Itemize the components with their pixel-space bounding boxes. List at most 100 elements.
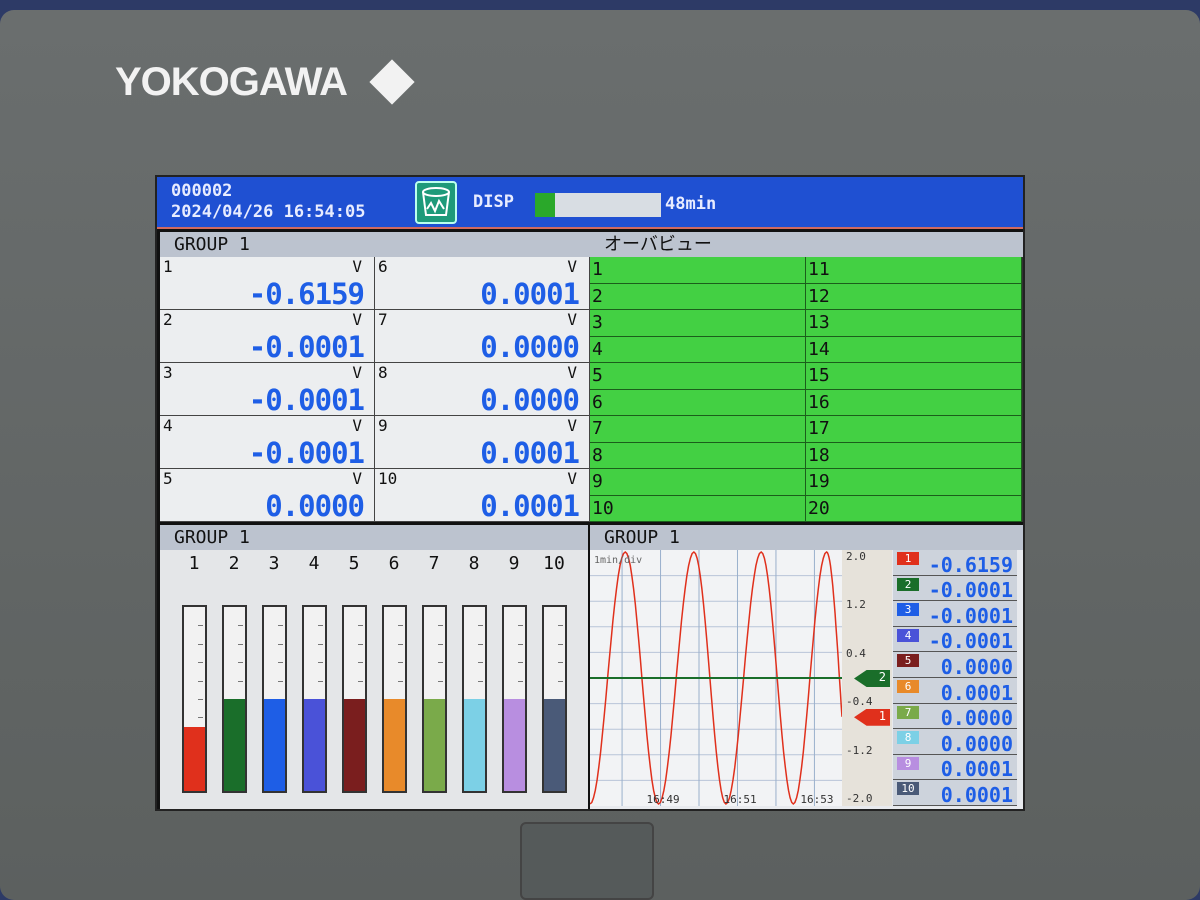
overview-panel: オーバビュー 1 2 3 4 5 6 7 8 9 10 11 12 13 14 15 16 17 18 19 20 <box>590 232 1023 522</box>
overview-item[interactable]: 2 <box>590 283 806 310</box>
memory-progress-fill <box>535 193 556 217</box>
channel-number: 7 <box>378 310 388 329</box>
channel-value: 0.0001 <box>480 436 580 470</box>
overview-item[interactable]: 13 <box>806 310 1022 337</box>
channel-marker: 1 <box>854 708 890 726</box>
front-latch-button[interactable] <box>520 822 654 900</box>
bar-tick <box>478 625 483 627</box>
channel-number: 6 <box>378 257 388 276</box>
bar-label: 8 <box>468 553 480 574</box>
bar-tick <box>558 680 563 682</box>
channel-unit: V <box>352 469 362 488</box>
overview-item[interactable]: 9 <box>590 469 806 496</box>
bar-fill <box>464 699 485 791</box>
overview-item[interactable]: 12 <box>806 283 1022 310</box>
bar-label: 4 <box>308 553 320 574</box>
trend-panel: GROUP 1 16:49 16:51 16:53 1min/div 2.0 1.2 0… <box>590 525 1023 809</box>
channel-tag: 9 <box>897 756 919 770</box>
bar-tick <box>518 662 523 664</box>
bar-tick <box>478 643 483 645</box>
overview-item[interactable]: 11 <box>806 257 1022 284</box>
bar-fill <box>384 699 405 791</box>
overview-item[interactable]: 15 <box>806 363 1022 390</box>
channel-tag: 2 <box>897 577 919 591</box>
overview-item[interactable]: 5 <box>590 363 806 390</box>
bar-tube <box>262 605 287 793</box>
digital-cell: 7 V 0.0000 <box>375 310 590 364</box>
overview-item[interactable]: 17 <box>806 416 1022 443</box>
trend-value: -0.0001 <box>928 629 1013 654</box>
overview-item[interactable]: 14 <box>806 336 1022 363</box>
bar-tick <box>238 643 243 645</box>
bar-tick <box>278 680 283 682</box>
memory-sampling-icon[interactable] <box>415 181 457 224</box>
overview-item[interactable]: 8 <box>590 442 806 469</box>
overview-item[interactable]: 16 <box>806 389 1022 416</box>
overview-item[interactable]: 20 <box>806 495 1022 522</box>
bar-tick <box>278 662 283 664</box>
trend-scale: 2.0 1.2 0.4 -0.4 -1.2 -2.0 1 2 <box>842 550 892 806</box>
bar-tube <box>222 605 247 793</box>
overview-item[interactable]: 1 <box>590 257 806 284</box>
channel-value: 0.0001 <box>480 489 580 523</box>
bar-tick <box>398 662 403 664</box>
channel-tag: 6 <box>897 680 919 693</box>
bar-label: 2 <box>228 553 240 574</box>
overview-item[interactable]: 4 <box>590 336 806 363</box>
bar-tick <box>278 643 283 645</box>
trend-value-row: 1 -0.6159 <box>893 550 1017 577</box>
trend-value: 0.0001 <box>940 757 1013 782</box>
channel-tag: 5 <box>897 654 919 668</box>
bar-tick <box>278 625 283 627</box>
bar-tick <box>318 662 323 664</box>
y-tick-label: 0.4 <box>846 646 866 660</box>
overview-item[interactable]: 3 <box>590 310 806 337</box>
channel-unit: V <box>567 310 577 329</box>
bar-tick <box>518 625 523 627</box>
bar-tick <box>318 625 323 627</box>
x-tick-label: 16:49 <box>647 793 680 806</box>
bar-tube <box>342 605 367 793</box>
digital-cell: 3 V -0.0001 <box>160 363 375 417</box>
y-tick-label: -2.0 <box>846 792 873 805</box>
bar-panel-title: GROUP 1 <box>160 525 588 550</box>
bar-tick <box>558 643 563 645</box>
trend-value-list: 1 -0.6159 2 -0.0001 3 -0.0001 4 -0.0001 5 0.0000 6… <box>893 550 1017 807</box>
trend-value: 0.0001 <box>940 680 1013 705</box>
channel-number: 2 <box>163 310 173 329</box>
trend-value: 0.0000 <box>940 706 1013 731</box>
digital-cell: 5 V 0.0000 <box>160 469 375 523</box>
trend-value-row: 4 -0.0001 <box>893 626 1017 654</box>
trend-value: 0.0000 <box>940 731 1013 756</box>
trend-chart: 16:49 16:51 16:53 <box>590 550 842 806</box>
y-tick-label: -0.4 <box>846 695 873 709</box>
batch-number: 000002 <box>171 181 233 201</box>
bar-fill <box>504 699 525 791</box>
channel-unit: V <box>567 416 577 435</box>
trend-value: 0.0000 <box>940 654 1013 679</box>
trend-value-row: 3 -0.0001 <box>893 601 1017 628</box>
bar-label: 5 <box>348 553 360 574</box>
bar-tick <box>198 717 203 719</box>
bar-tick <box>398 680 403 682</box>
trend-value-row: 9 0.0001 <box>893 754 1017 782</box>
channel-unit: V <box>352 363 362 382</box>
channel-value: -0.0001 <box>248 383 365 417</box>
x-tick-label: 16:51 <box>723 793 756 806</box>
bar-tube <box>182 605 207 793</box>
status-header: 000002 2024/04/26 16:54:05 DISP 48min <box>157 177 1023 229</box>
bar-fill <box>344 699 365 791</box>
bar-label: 1 <box>188 553 200 574</box>
overview-item[interactable]: 7 <box>590 416 806 443</box>
trend-panel-title: GROUP 1 <box>590 525 1023 550</box>
trend-value-row: 10 0.0001 <box>893 780 1017 807</box>
overview-item[interactable]: 10 <box>590 495 806 522</box>
overview-item[interactable]: 19 <box>806 469 1022 496</box>
overview-item[interactable]: 18 <box>806 442 1022 469</box>
channel-marker: 2 <box>854 670 890 687</box>
bar-fill <box>424 699 445 791</box>
overview-item[interactable]: 6 <box>590 389 806 416</box>
channel-tag: 4 <box>897 628 919 642</box>
bar-tick <box>198 643 203 645</box>
y-tick-label: -1.2 <box>846 743 873 757</box>
